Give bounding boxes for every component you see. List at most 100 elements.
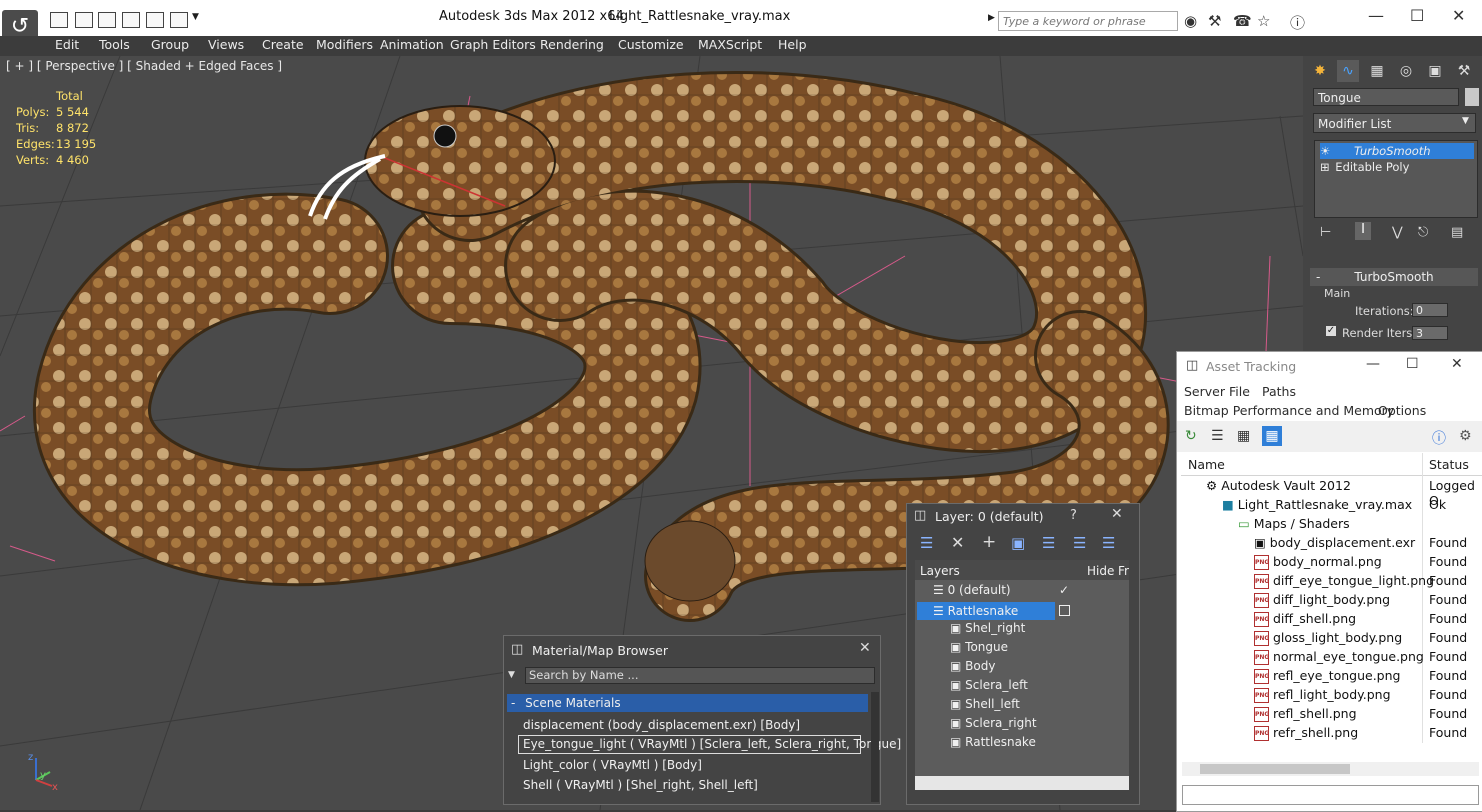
asset-row[interactable]: PNG diff_light_body.png [1254, 590, 1390, 609]
settings-icon[interactable]: ⚙ [1459, 428, 1472, 444]
menu-options[interactable]: Options [1378, 403, 1426, 418]
highlight-layer-icon[interactable]: ☰ [1042, 534, 1055, 552]
table-view-icon[interactable]: ▦ [1262, 426, 1282, 446]
material-search-input[interactable]: Search by Name ... [525, 667, 875, 684]
column-freeze[interactable]: Fr [1118, 564, 1129, 578]
asset-row[interactable]: PNG refr_shell.png [1254, 723, 1358, 742]
current-layer-check-icon[interactable]: ✓ [1059, 583, 1069, 597]
collapse-minus-icon[interactable]: - [1316, 268, 1320, 286]
minimize-icon[interactable]: — [1366, 356, 1380, 372]
close-icon[interactable]: ✕ [1452, 6, 1465, 25]
scrollbar[interactable] [871, 692, 879, 802]
turbosmooth-rollout-header[interactable]: - TurboSmooth [1310, 268, 1478, 286]
hide-all-icon[interactable]: ☰ [1073, 534, 1086, 552]
iterations-spinner[interactable]: 0 [1412, 303, 1448, 317]
fetch-icon[interactable] [146, 12, 164, 28]
create-layer-icon[interactable]: ☰ [920, 534, 933, 552]
menu-bitmap-performance[interactable]: Bitmap Performance and Memory [1184, 403, 1394, 418]
make-unique-icon[interactable]: ⋁ [1392, 225, 1403, 240]
asset-row[interactable]: PNG body_normal.png [1254, 552, 1382, 571]
close-icon[interactable]: ✕ [1451, 356, 1463, 372]
help-button[interactable]: ? [1070, 508, 1077, 523]
layer-object-row[interactable]: ▣ Tongue [950, 640, 1008, 654]
material-item[interactable]: Shell ( VRayMtl ) [Shel_right, Shell_lef… [523, 778, 758, 792]
menu-tools[interactable]: Tools [99, 37, 130, 52]
render-iters-checkbox[interactable]: ✓ [1326, 326, 1336, 336]
render-iters-spinner[interactable]: 3 [1412, 326, 1448, 340]
menu-views[interactable]: Views [208, 37, 244, 52]
horizontal-scrollbar[interactable] [1182, 762, 1479, 776]
layer-object-row[interactable]: ▣ Body [950, 659, 995, 673]
browser-options-icon[interactable]: ▼ [508, 670, 515, 680]
asset-row[interactable]: PNG normal_eye_tongue.png [1254, 647, 1424, 666]
menu-graph-editors[interactable]: Graph Editors [450, 37, 536, 52]
close-icon[interactable]: ✕ [1111, 506, 1123, 522]
freeze-all-icon[interactable]: ☰ [1102, 534, 1115, 552]
asset-row[interactable]: PNG diff_eye_tongue_light.png [1254, 571, 1434, 590]
path-field[interactable] [1182, 785, 1479, 805]
vault-help-icon[interactable]: ⓘ [1432, 428, 1446, 448]
list-view-icon[interactable]: ☰ [1211, 428, 1224, 444]
close-icon[interactable]: ✕ [859, 640, 871, 656]
set-current-layer-icon[interactable] [1059, 605, 1070, 616]
maximize-icon[interactable]: ☐ [1406, 356, 1419, 372]
expand-plus-icon[interactable]: ⊞ [1320, 160, 1330, 174]
asset-row[interactable]: ⚙ Autodesk Vault 2012 [1206, 476, 1351, 495]
show-end-result-icon[interactable]: I [1355, 222, 1371, 240]
binoculars-icon[interactable]: ◉ [1184, 12, 1197, 30]
favorites-star-icon[interactable]: ☆ [1257, 12, 1270, 30]
layer-object-row[interactable]: ▣ Sclera_right [950, 716, 1037, 730]
asset-row[interactable]: PNG diff_shell.png [1254, 609, 1356, 628]
thumbnail-view-icon[interactable]: ▦ [1237, 428, 1250, 444]
layer-object-row[interactable]: ▣ Sclera_left [950, 678, 1028, 692]
asset-row[interactable]: PNG refl_shell.png [1254, 704, 1357, 723]
lightbulb-icon[interactable]: ☀ [1320, 144, 1330, 158]
stack-item-turbosmooth[interactable]: ☀ TurboSmooth [1320, 143, 1474, 159]
stack-item-editable-poly[interactable]: ⊞ Editable Poly [1320, 159, 1474, 175]
create-tab-icon[interactable]: ✸ [1309, 60, 1331, 82]
object-color-swatch[interactable] [1465, 88, 1479, 106]
asset-row[interactable]: ■ Light_Rattlesnake_vray.max [1222, 495, 1412, 514]
chevron-down-icon[interactable]: ▼ [1462, 116, 1469, 126]
open-file-icon[interactable] [50, 12, 68, 28]
refresh-icon[interactable]: ↻ [1185, 428, 1197, 444]
menu-file[interactable]: File [1229, 384, 1250, 399]
new-icon[interactable] [98, 12, 116, 28]
material-item-selected[interactable]: Eye_tongue_light ( VRayMtl ) [Sclera_lef… [518, 735, 901, 754]
save-icon[interactable] [75, 12, 93, 28]
material-item[interactable]: Light_color ( VRayMtl ) [Body] [523, 758, 702, 772]
project-folder-icon[interactable] [170, 12, 188, 28]
pin-stack-icon[interactable]: ⊢ [1320, 225, 1331, 240]
select-objects-icon[interactable]: ▣ [1011, 534, 1025, 552]
material-item[interactable]: displacement (body_displacement.exr) [Bo… [523, 718, 800, 732]
menu-edit[interactable]: Edit [55, 37, 79, 52]
delete-layer-icon[interactable]: ✕ [951, 533, 964, 552]
help-icon[interactable]: ⓘ [1290, 12, 1305, 33]
column-hide[interactable]: Hide [1087, 564, 1114, 578]
menu-create[interactable]: Create [262, 37, 304, 52]
asset-row[interactable]: ▣ body_displacement.exr [1254, 533, 1415, 552]
collapse-minus-icon[interactable]: - [511, 696, 515, 710]
hierarchy-tab-icon[interactable]: ▦ [1366, 60, 1388, 82]
communication-center-icon[interactable]: ☎ [1233, 12, 1252, 30]
search-input[interactable]: Type a keyword or phrase [998, 11, 1178, 31]
minimize-icon[interactable]: — [1368, 6, 1384, 25]
modifier-list-dropdown[interactable]: Modifier List [1313, 113, 1476, 133]
menu-animation[interactable]: Animation [380, 37, 444, 52]
scene-materials-group[interactable]: - Scene Materials [507, 694, 868, 712]
motion-tab-icon[interactable]: ◎ [1395, 60, 1417, 82]
display-tab-icon[interactable]: ▣ [1424, 60, 1446, 82]
menu-paths[interactable]: Paths [1262, 384, 1296, 399]
horizontal-scrollbar[interactable] [915, 776, 1129, 790]
modify-tab-icon[interactable]: ∿ [1337, 60, 1359, 82]
menu-help[interactable]: Help [778, 37, 807, 52]
quick-access-dropdown-icon[interactable]: ▼ [192, 12, 199, 22]
remove-modifier-icon[interactable]: ⎋ [1418, 225, 1428, 240]
configure-modifier-sets-icon[interactable]: ▤ [1451, 225, 1463, 240]
column-name[interactable]: Name [1188, 457, 1225, 472]
layer-object-row[interactable]: ▣ Rattlesnake [950, 735, 1036, 749]
asset-row[interactable]: PNG gloss_light_body.png [1254, 628, 1402, 647]
menu-server[interactable]: Server [1184, 384, 1225, 399]
menu-modifiers[interactable]: Modifiers [316, 37, 373, 52]
subscription-icon[interactable]: ⚒ [1208, 12, 1221, 30]
